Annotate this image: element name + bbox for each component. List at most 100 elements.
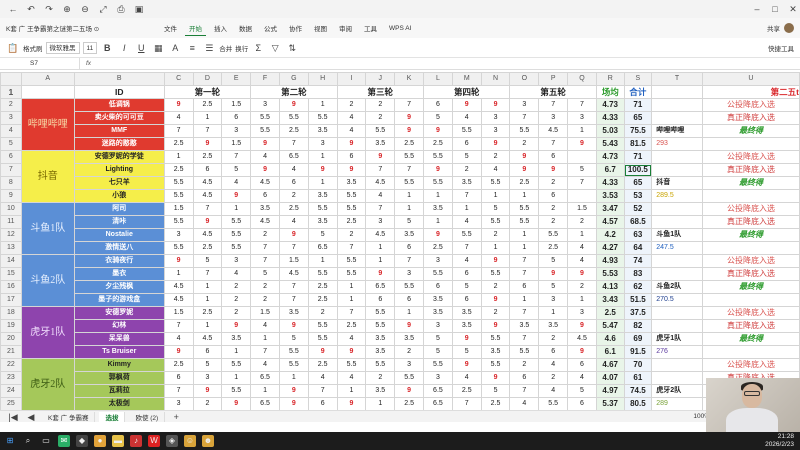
player-name[interactable]: 墨子的游戏盒 [73,293,165,307]
column-header[interactable]: H [307,72,338,86]
score-cell[interactable]: 1 [192,293,223,307]
score-cell[interactable]: 5 [423,345,453,359]
score-cell[interactable]: 5 [567,384,597,398]
score-cell[interactable]: 1 [538,306,569,320]
team-summary-cell[interactable] [651,306,703,320]
score-cell[interactable]: 1 [509,189,540,203]
score-cell[interactable]: 5.5 [163,241,194,255]
score-cell[interactable]: 5 [538,280,569,294]
score-cell[interactable]: 9 [336,137,367,151]
average-cell[interactable]: 4.97 [595,384,625,398]
menu-data[interactable]: 数据 [235,21,256,35]
score-cell[interactable]: 1 [365,254,396,268]
score-cell[interactable]: 5 [307,228,338,242]
team-summary-cell[interactable] [651,150,703,164]
score-cell[interactable]: 4 [278,163,309,177]
score-cell[interactable]: 5.5 [221,358,252,372]
row-number[interactable]: 17 [0,293,22,307]
average-cell[interactable]: 6.1 [595,345,625,359]
score-cell[interactable]: 5.5 [423,267,453,281]
fit-icon[interactable]: ⤢ [96,2,110,16]
average-cell[interactable]: 3.53 [595,189,625,203]
team-summary-cell[interactable]: 293 [651,137,703,151]
row-number[interactable]: 11 [0,215,22,229]
score-cell[interactable]: 2.5 [307,358,338,372]
score-cell[interactable]: 1 [394,202,425,216]
score-cell[interactable]: 6 [451,267,482,281]
score-cell[interactable]: 9 [163,98,194,112]
total-cell[interactable]: 83 [623,267,653,281]
player-name[interactable]: 卖火柴的可可豆 [73,111,165,125]
score-cell[interactable]: 3.5 [451,319,482,333]
score-cell[interactable]: 9 [163,345,194,359]
score-cell[interactable]: 7 [451,397,482,410]
score-cell[interactable]: 5 [423,111,453,125]
score-cell[interactable]: 1 [221,202,252,216]
score-cell[interactable]: 2 [480,228,511,242]
undo-icon[interactable]: ↶ [24,2,38,16]
score-cell[interactable]: 9 [394,319,425,333]
score-cell[interactable]: 2 [451,163,482,177]
row-number[interactable]: 14 [0,254,22,268]
score-cell[interactable]: 7 [250,254,280,268]
score-cell[interactable]: 6.5 [278,150,309,164]
score-cell[interactable]: 7 [394,254,425,268]
status-cell[interactable]: 真正降底入选 [701,215,800,229]
score-cell[interactable]: 2.5 [538,241,569,255]
status-cell[interactable] [701,293,800,307]
team-summary-cell[interactable]: 247.5 [651,241,703,255]
total-cell[interactable]: 74.5 [623,384,653,398]
score-cell[interactable]: 6 [423,98,453,112]
total-cell[interactable]: 63 [623,228,653,242]
status-cell[interactable] [701,241,800,255]
score-cell[interactable]: 3 [567,306,597,320]
score-cell[interactable]: 5.5 [365,319,396,333]
player-name[interactable]: 瓦莉拉 [73,384,165,398]
player-name[interactable]: 幻林 [73,319,165,333]
score-cell[interactable]: 5.5 [509,345,540,359]
column-header[interactable]: T [651,72,703,86]
task-view-icon[interactable]: ▭ [40,435,52,447]
score-cell[interactable]: 1 [336,280,367,294]
menu-tools[interactable]: 工具 [360,21,381,35]
score-cell[interactable]: 2 [336,98,367,112]
score-cell[interactable]: 5.5 [365,358,396,372]
status-cell[interactable]: 最终得 [701,176,800,190]
total-cell[interactable]: 71 [623,98,653,112]
score-cell[interactable]: 9 [336,345,367,359]
score-cell[interactable]: 9 [451,332,482,346]
score-cell[interactable]: 5 [451,280,482,294]
score-cell[interactable]: 6 [192,163,223,177]
average-cell[interactable]: 4.13 [595,280,625,294]
score-cell[interactable]: 1.5 [163,202,194,216]
score-cell[interactable]: 5.5 [278,345,309,359]
team-summary-cell[interactable] [651,215,703,229]
status-cell[interactable]: 公投降底入选 [701,150,800,164]
score-cell[interactable]: 5.5 [365,124,396,138]
score-cell[interactable]: 4 [451,371,482,385]
status-cell[interactable]: 真正降底入选 [701,267,800,281]
round-header[interactable]: 第一轮 [163,85,252,99]
score-cell[interactable]: 9 [567,267,597,281]
score-cell[interactable]: 2.5 [423,241,453,255]
underline-button[interactable]: U [134,41,148,55]
score-cell[interactable]: 7 [394,163,425,177]
score-cell[interactable]: 7 [538,137,569,151]
score-cell[interactable]: 6 [394,241,425,255]
round-header[interactable]: 第四轮 [423,85,511,99]
score-cell[interactable]: 9 [480,319,511,333]
total-cell[interactable]: 81.5 [623,137,653,151]
score-cell[interactable]: 9 [365,267,396,281]
score-cell[interactable]: 2 [307,306,338,320]
score-cell[interactable]: 3 [307,137,338,151]
average-cell[interactable]: 4.57 [595,215,625,229]
score-cell[interactable]: 2 [480,150,511,164]
status-cell[interactable]: 公投降底入选 [701,202,800,216]
score-cell[interactable]: 3 [538,111,569,125]
score-cell[interactable]: 4 [250,319,280,333]
score-cell[interactable]: 7 [192,267,223,281]
team-summary-cell[interactable]: 斗鱼1队 [651,228,703,242]
average-cell[interactable]: 6.7 [595,163,625,177]
total-cell[interactable]: 53 [623,189,653,203]
column-header[interactable]: R [595,72,625,86]
